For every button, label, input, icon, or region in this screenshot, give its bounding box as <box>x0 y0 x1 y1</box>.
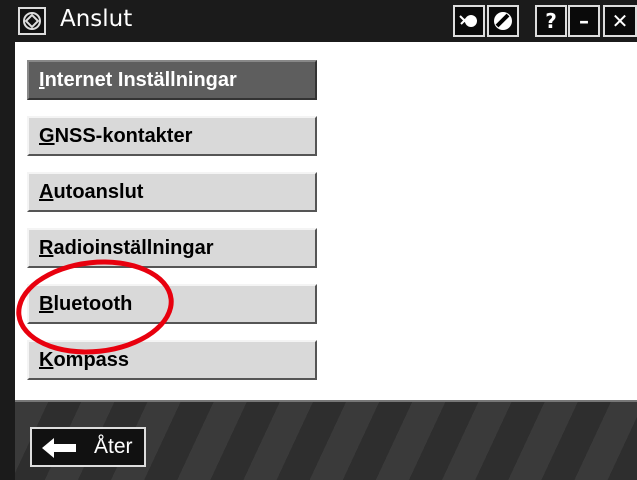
button-label: nternet Inställningar <box>44 69 237 91</box>
back-button[interactable]: Åter <box>30 427 146 467</box>
close-button[interactable]: ✕ <box>603 5 637 37</box>
left-border <box>0 42 15 480</box>
satellite-icon[interactable] <box>453 5 485 37</box>
autoconnect-button[interactable]: Autoanslut <box>27 172 317 212</box>
button-label: adioinställningar <box>53 237 214 259</box>
radio-settings-button[interactable]: Radioinställningar <box>27 228 317 268</box>
accelerator-key: B <box>39 293 54 315</box>
app-logo-icon[interactable] <box>18 7 46 35</box>
help-button[interactable]: ? <box>535 5 567 37</box>
title-bar: Anslut ? – ✕ <box>0 0 637 42</box>
minimize-button[interactable]: – <box>568 5 600 37</box>
back-label: Åter <box>94 435 133 458</box>
connect-menu-panel: Internet Inställningar GNSS-kontakter Au… <box>15 42 637 400</box>
gnss-contacts-button[interactable]: GNSS-kontakter <box>27 116 317 156</box>
button-label: ompass <box>53 349 130 371</box>
accelerator-key: R <box>39 237 54 259</box>
bluetooth-button[interactable]: Bluetooth <box>27 284 317 324</box>
accelerator-key: A <box>39 181 54 203</box>
button-label: NSS-kontakter <box>54 125 193 147</box>
button-label: luetooth <box>53 293 133 315</box>
footer-bar: Åter <box>15 402 637 480</box>
internet-settings-button[interactable]: Internet Inställningar <box>27 60 317 100</box>
compass-button[interactable]: Kompass <box>27 340 317 380</box>
no-entry-icon[interactable] <box>487 5 519 37</box>
button-label: utoanslut <box>53 181 144 203</box>
accelerator-key: G <box>39 125 55 147</box>
window-title: Anslut <box>60 6 133 32</box>
accelerator-key: K <box>39 349 54 371</box>
back-arrow-icon <box>42 438 76 458</box>
app-window: Anslut ? – ✕ Internet Inställningar GNSS… <box>0 0 637 480</box>
